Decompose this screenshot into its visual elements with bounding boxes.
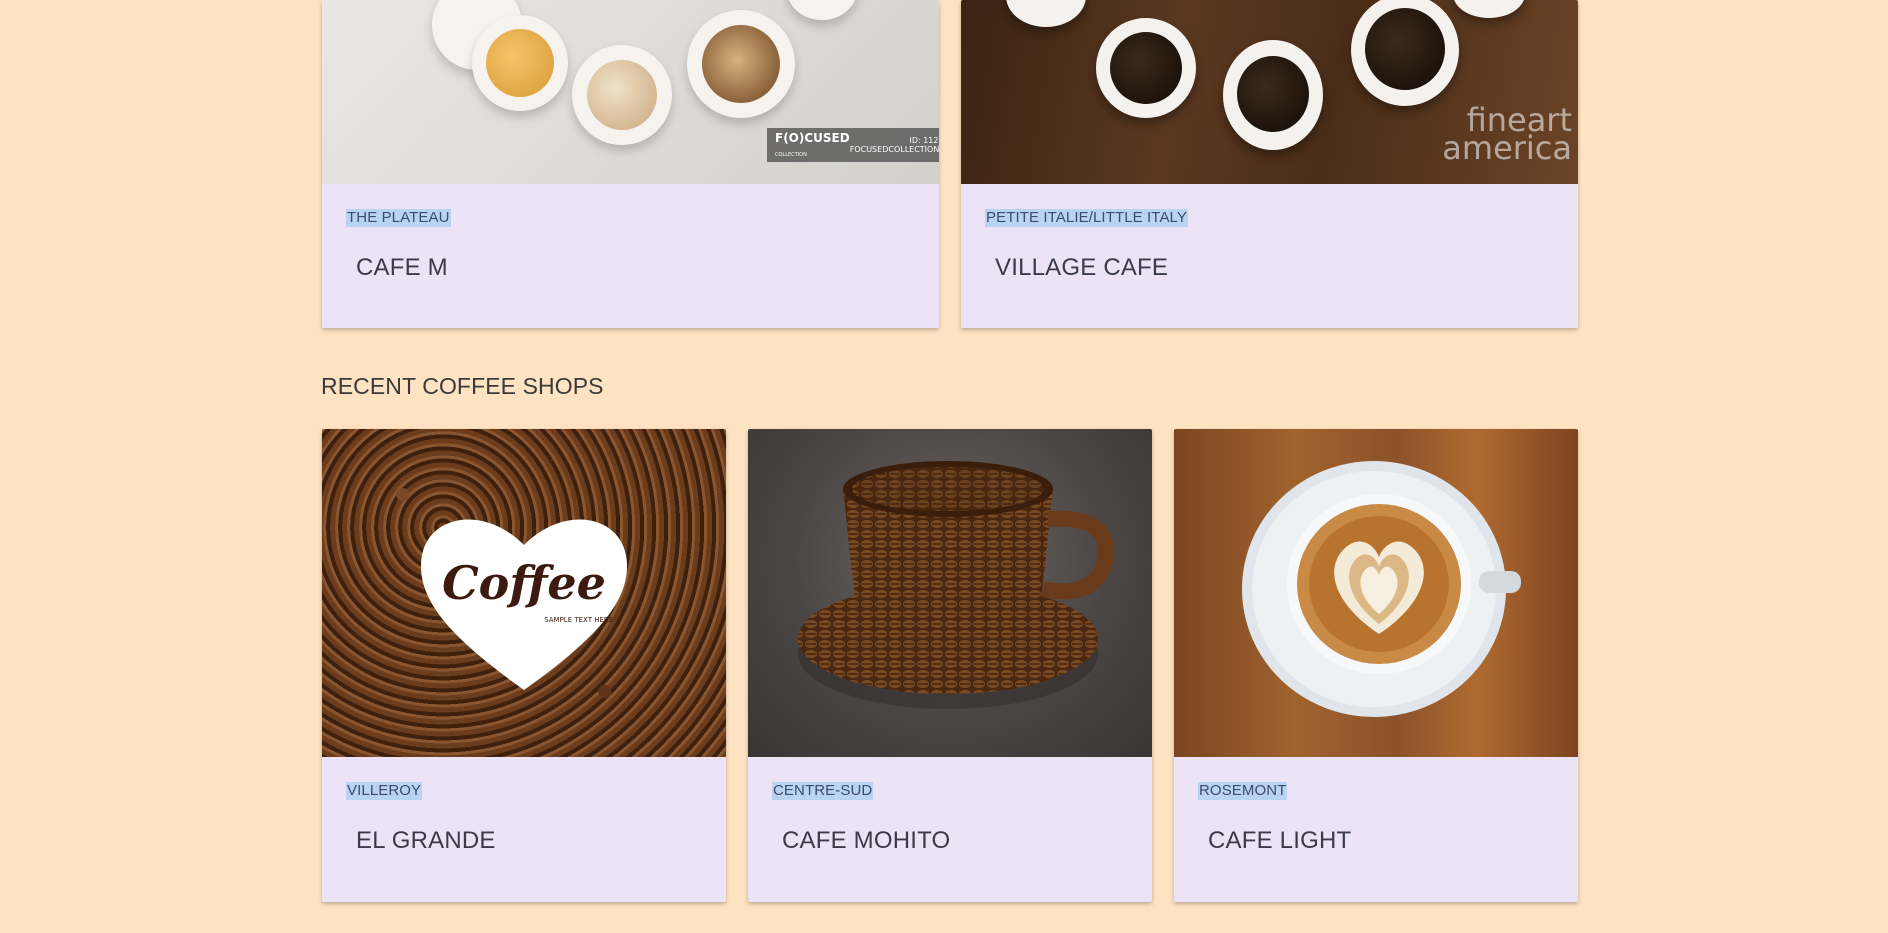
- cafe-name[interactable]: VILLAGE CAFE: [995, 254, 1168, 282]
- fineart-line2: america: [1442, 129, 1572, 167]
- section-title-recent: RECENT COFFEE SHOPS: [321, 373, 604, 399]
- neighborhood-label: PETITE ITALIE/LITTLE ITALY: [985, 209, 1188, 227]
- cafe-name[interactable]: CAFE MOHITO: [782, 827, 950, 855]
- cafe-name[interactable]: CAFE M: [356, 254, 448, 282]
- watermark-brand: F(O)CUSED: [775, 131, 850, 145]
- bean-cup-illustration: [798, 461, 1114, 709]
- neighborhood-label: ROSEMONT: [1198, 782, 1288, 800]
- cafe-image: [748, 429, 1152, 757]
- neighborhood-label: CENTRE-SUD: [772, 782, 874, 800]
- cafe-image: Coffee SAMPLE TEXT HERE: [322, 429, 726, 757]
- card-body: THE PLATEAU CAFE M: [322, 184, 939, 328]
- fineart-america-watermark: fineart america: [1442, 104, 1572, 164]
- cafe-card-cafe-light[interactable]: ROSEMONT CAFE LIGHT: [1174, 429, 1578, 902]
- cafe-card-cafe-mohito[interactable]: CENTRE-SUD CAFE MOHITO: [748, 429, 1152, 902]
- cafe-card-village-cafe[interactable]: fineart america PETITE ITALIE/LITTLE ITA…: [961, 0, 1578, 328]
- watermark-sub: COLLECTION: [775, 152, 807, 158]
- featured-cards-row: F(O)CUSED COLLECTION ID: 112987 FOCUSEDC…: [322, 0, 1579, 328]
- focused-collection-watermark: F(O)CUSED COLLECTION ID: 112987 FOCUSEDC…: [767, 128, 939, 162]
- neighborhood-label: VILLEROY: [346, 782, 423, 800]
- cafe-image: fineart america: [961, 0, 1578, 184]
- cafe-card-el-grande[interactable]: Coffee SAMPLE TEXT HERE VILLEROY EL GRAN…: [322, 429, 726, 902]
- card-body: ROSEMONT CAFE LIGHT: [1174, 757, 1578, 902]
- watermark-id: ID: 112987: [909, 136, 939, 145]
- watermark-url: FOCUSEDCOLLECTION.CO: [849, 145, 939, 154]
- recent-cards-row: Coffee SAMPLE TEXT HERE VILLEROY EL GRAN…: [322, 429, 1579, 902]
- cafe-card-cafe-m[interactable]: F(O)CUSED COLLECTION ID: 112987 FOCUSEDC…: [322, 0, 939, 328]
- neighborhood-label: THE PLATEAU: [346, 209, 451, 227]
- cafe-image: F(O)CUSED COLLECTION ID: 112987 FOCUSEDC…: [322, 0, 939, 184]
- cafe-name[interactable]: CAFE LIGHT: [1208, 827, 1351, 855]
- cafe-name[interactable]: EL GRANDE: [356, 827, 496, 855]
- cafe-image: [1174, 429, 1578, 757]
- coffee-logo: Coffee: [442, 556, 606, 611]
- latte-illustration: [1242, 461, 1521, 717]
- sample-text: SAMPLE TEXT HERE: [544, 615, 614, 624]
- page: F(O)CUSED COLLECTION ID: 112987 FOCUSEDC…: [0, 0, 1888, 933]
- card-body: PETITE ITALIE/LITTLE ITALY VILLAGE CAFE: [961, 184, 1578, 328]
- card-body: CENTRE-SUD CAFE MOHITO: [748, 757, 1152, 902]
- card-body: VILLEROY EL GRANDE: [322, 757, 726, 902]
